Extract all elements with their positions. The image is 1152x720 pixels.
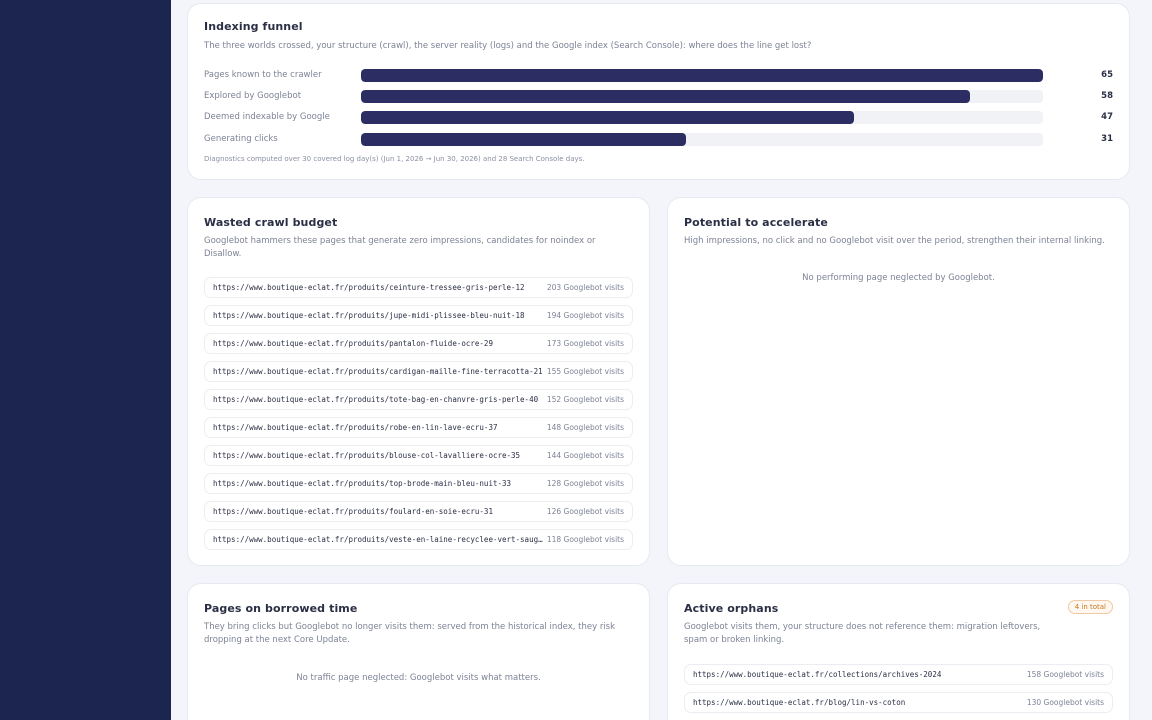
funnel-label: Generating clicks <box>204 134 278 144</box>
funnel-value: 58 <box>1101 91 1113 101</box>
visit-count: 158 Googlebot visits <box>1026 670 1104 679</box>
visit-count: 152 Googlebot visits <box>546 395 624 404</box>
visit-count: 148 Googlebot visits <box>546 423 624 432</box>
total-count-badge: 4 in total <box>1067 600 1113 614</box>
visit-count: 128 Googlebot visits <box>546 479 624 488</box>
main-content: Indexing funnel The three worlds crossed… <box>171 0 1152 720</box>
empty-state-message: No performing page neglected by Googlebo… <box>802 273 995 283</box>
url-link[interactable]: https://www.boutique-eclat.fr/produits/t… <box>213 479 543 488</box>
url-link[interactable]: https://www.boutique-eclat.fr/produits/j… <box>213 311 543 320</box>
url-link[interactable]: https://www.boutique-eclat.fr/produits/t… <box>213 395 543 404</box>
url-link[interactable]: https://www.boutique-eclat.fr/produits/f… <box>213 507 543 516</box>
visit-count: 173 Googlebot visits <box>546 339 624 348</box>
visit-count: 194 Googlebot visits <box>546 311 624 320</box>
potential-to-accelerate-card: Potential to accelerate High impressions… <box>667 197 1130 566</box>
funnel-row: Explored by Googlebot 58 <box>204 90 1113 104</box>
url-link[interactable]: https://www.boutique-eclat.fr/produits/v… <box>213 535 543 544</box>
url-row[interactable]: https://www.boutique-eclat.fr/produits/b… <box>204 445 633 466</box>
url-link[interactable]: https://www.boutique-eclat.fr/produits/b… <box>213 451 543 460</box>
funnel-bar-track <box>361 111 1043 124</box>
funnel-bar-track <box>361 69 1043 82</box>
card-title: Active orphans <box>684 602 779 615</box>
funnel-bar-fill <box>361 90 970 103</box>
borrowed-time-card: Pages on borrowed time They bring clicks… <box>187 583 650 720</box>
active-orphans-card: Active orphans 4 in total Googlebot visi… <box>667 583 1130 720</box>
url-row[interactable]: https://www.boutique-eclat.fr/produits/c… <box>204 361 633 382</box>
funnel-label: Deemed indexable by Google <box>204 112 330 122</box>
funnel-bar-fill <box>361 69 1043 82</box>
url-row[interactable]: https://www.boutique-eclat.fr/produits/v… <box>204 529 633 550</box>
visit-count: 130 Googlebot visits <box>1026 698 1104 707</box>
card-title: Indexing funnel <box>204 20 303 33</box>
card-description: High impressions, no click and no Google… <box>684 236 1105 246</box>
url-link[interactable]: https://www.boutique-eclat.fr/collection… <box>693 670 1023 679</box>
card-title: Pages on borrowed time <box>204 602 358 615</box>
visit-count: 118 Googlebot visits <box>546 535 624 544</box>
card-description: The three worlds crossed, your structure… <box>204 41 812 51</box>
funnel-row: Generating clicks 31 <box>204 133 1113 147</box>
empty-state-message: No traffic page neglected: Googlebot vis… <box>296 673 541 683</box>
url-row[interactable]: https://www.boutique-eclat.fr/produits/r… <box>204 417 633 438</box>
sidebar <box>0 0 171 720</box>
url-row[interactable]: https://www.boutique-eclat.fr/produits/c… <box>204 277 633 298</box>
url-row[interactable]: https://www.boutique-eclat.fr/produits/p… <box>204 333 633 354</box>
url-row[interactable]: https://www.boutique-eclat.fr/collection… <box>684 664 1113 685</box>
funnel-bar-fill <box>361 111 855 124</box>
url-link[interactable]: https://www.boutique-eclat.fr/blog/lin-v… <box>693 698 1023 707</box>
url-row[interactable]: https://www.boutique-eclat.fr/produits/f… <box>204 501 633 522</box>
url-link[interactable]: https://www.boutique-eclat.fr/produits/r… <box>213 423 543 432</box>
funnel-value: 65 <box>1101 70 1113 80</box>
visit-count: 203 Googlebot visits <box>546 283 624 292</box>
url-row[interactable]: https://www.boutique-eclat.fr/produits/j… <box>204 305 633 326</box>
url-link[interactable]: https://www.boutique-eclat.fr/produits/c… <box>213 367 543 376</box>
funnel-footnote: Diagnostics computed over 30 covered log… <box>204 155 585 163</box>
url-row[interactable]: https://www.boutique-eclat.fr/produits/t… <box>204 389 633 410</box>
indexing-funnel-card: Indexing funnel The three worlds crossed… <box>187 3 1130 180</box>
url-row[interactable]: https://www.boutique-eclat.fr/blog/lin-v… <box>684 692 1113 713</box>
funnel-label: Explored by Googlebot <box>204 91 302 101</box>
card-description: Googlebot visits them, your structure do… <box>684 622 1041 645</box>
funnel-value: 47 <box>1101 112 1113 122</box>
funnel-row: Deemed indexable by Google 47 <box>204 111 1113 125</box>
funnel-value: 31 <box>1101 134 1113 144</box>
visit-count: 126 Googlebot visits <box>546 507 624 516</box>
card-title: Potential to accelerate <box>684 216 828 229</box>
url-link[interactable]: https://www.boutique-eclat.fr/produits/p… <box>213 339 543 348</box>
visit-count: 155 Googlebot visits <box>546 367 624 376</box>
card-title: Wasted crawl budget <box>204 216 338 229</box>
funnel-bar-fill <box>361 133 687 146</box>
url-link[interactable]: https://www.boutique-eclat.fr/produits/c… <box>213 283 543 292</box>
visit-count: 144 Googlebot visits <box>546 451 624 460</box>
card-description: Googlebot hammers these pages that gener… <box>204 236 596 259</box>
funnel-bar-track <box>361 90 1043 103</box>
funnel-bar-track <box>361 133 1043 146</box>
card-description: They bring clicks but Googlebot no longe… <box>204 622 616 645</box>
wasted-crawl-budget-card: Wasted crawl budget Googlebot hammers th… <box>187 197 650 566</box>
url-row[interactable]: https://www.boutique-eclat.fr/produits/t… <box>204 473 633 494</box>
funnel-label: Pages known to the crawler <box>204 70 322 80</box>
funnel-row: Pages known to the crawler 65 <box>204 69 1113 83</box>
